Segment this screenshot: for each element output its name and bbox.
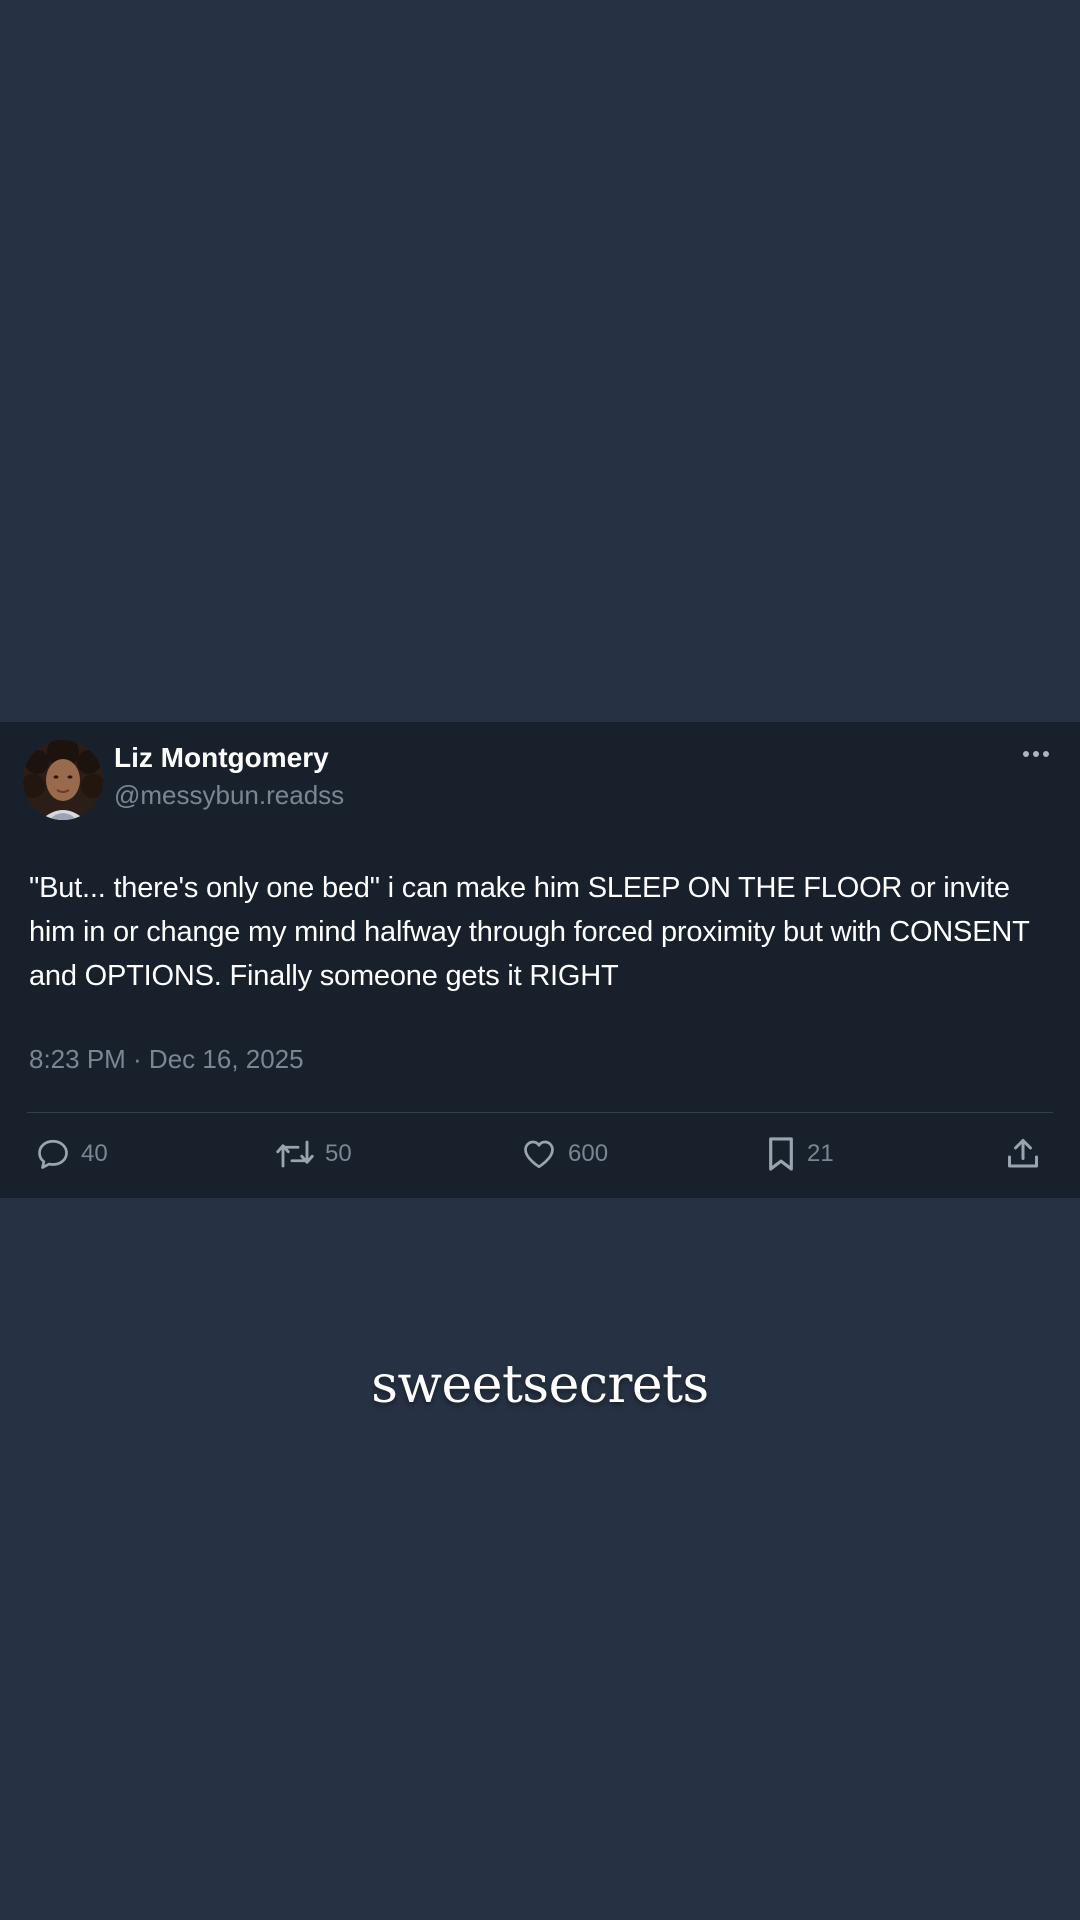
repost-count: 50 <box>325 1140 352 1167</box>
more-options-button[interactable] <box>1018 742 1054 766</box>
reply-button[interactable]: 40 <box>35 1134 108 1174</box>
post-text: "But... there's only one bed" i can make… <box>29 872 1030 992</box>
like-button[interactable]: 600 <box>520 1134 608 1174</box>
like-count: 600 <box>568 1140 609 1167</box>
reply-icon <box>38 1139 68 1169</box>
share-icon <box>1008 1139 1038 1168</box>
repost-icon <box>276 1140 314 1168</box>
reply-count: 40 <box>81 1140 108 1167</box>
post-card: Liz Montgomery @messybun.readss "But... … <box>0 722 1080 1198</box>
more-icon <box>1023 751 1049 757</box>
bookmark-button[interactable]: 21 <box>765 1134 834 1174</box>
bookmark-icon <box>769 1137 793 1171</box>
bookmark-count: 21 <box>807 1140 834 1167</box>
share-button[interactable] <box>1005 1134 1041 1174</box>
divider <box>27 1112 1053 1113</box>
post-timestamp[interactable]: 8:23 PM · Dec 16, 2025 <box>29 1044 304 1075</box>
watermark-text: sweetsecrets <box>371 1355 709 1415</box>
author-display-name[interactable]: Liz Montgomery <box>114 742 329 774</box>
like-icon <box>524 1140 554 1169</box>
author-handle[interactable]: @messybun.readss <box>114 780 344 811</box>
repost-button[interactable]: 50 <box>275 1134 352 1174</box>
avatar[interactable] <box>23 740 103 820</box>
